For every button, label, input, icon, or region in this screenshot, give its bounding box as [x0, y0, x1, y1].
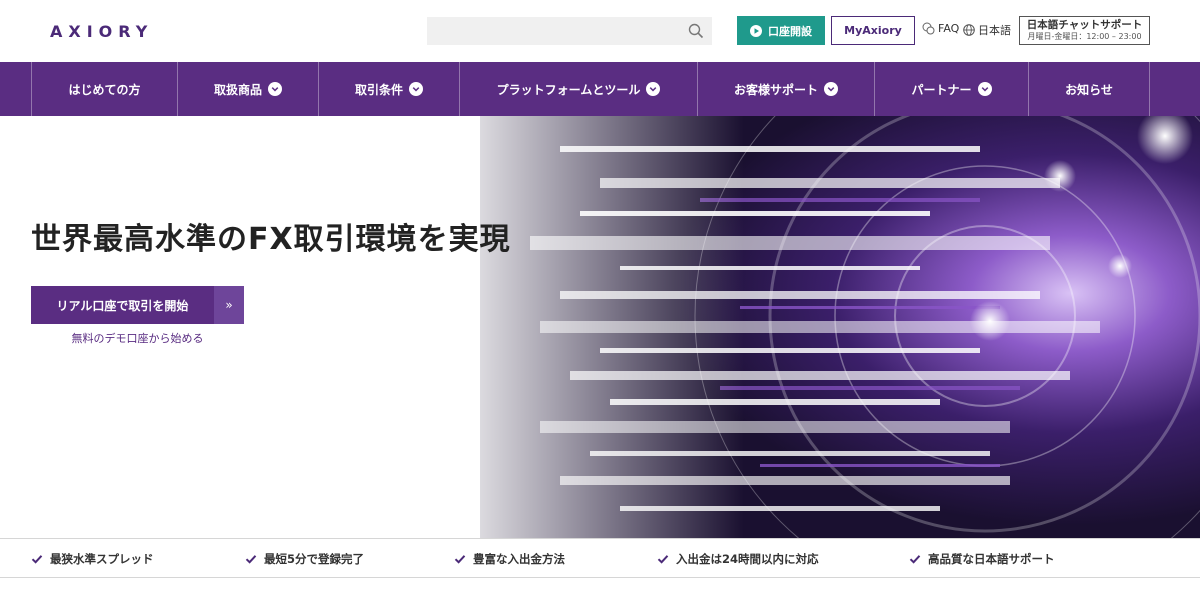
feature-label: 最狭水準スプレッド — [50, 552, 154, 566]
nav-item-label: パートナー — [911, 82, 972, 97]
nav-item-label: はじめての方 — [68, 82, 141, 97]
hero-headline: 世界最高水準のFX取引環境を実現 — [31, 222, 511, 257]
chevron-down-icon — [824, 82, 838, 96]
chevron-down-icon — [646, 82, 661, 96]
language-label: 日本語 — [978, 24, 1011, 37]
check-icon — [31, 555, 43, 564]
nav-item-label: お客様サポート — [733, 82, 818, 97]
nav-item-customer-support[interactable]: お客様サポート — [697, 62, 874, 116]
search-input[interactable] — [427, 17, 677, 45]
nav-item-beginners[interactable]: はじめての方 — [31, 62, 177, 116]
feature-label: 豊富な入出金方法 — [473, 552, 565, 566]
myaxiory-button[interactable]: MyAxiory — [831, 16, 915, 45]
feature-label: 入出金は24時間以内に対応 — [676, 552, 819, 566]
features-bar: 最狭水準スプレッド 最短5分で登録完了 豊富な入出金方法 入出金は24時間以内に… — [0, 538, 1200, 578]
globe-icon — [963, 24, 975, 36]
faq-link[interactable]: FAQ — [922, 22, 959, 35]
check-icon — [454, 555, 466, 564]
nav-item-label: プラットフォームとツール — [496, 82, 641, 97]
nav-item-platforms-tools[interactable]: プラットフォームとツール — [459, 62, 697, 116]
search-box — [427, 17, 712, 45]
chat-support-hours: 月曜日-金曜日：12:00 – 23:00 — [1027, 32, 1142, 41]
hero-banner: 世界最高水準のFX取引環境を実現 リアル口座で取引を開始 » 無料のデモ口座から… — [0, 116, 1200, 538]
check-icon — [909, 555, 921, 564]
feature-item: 入出金は24時間以内に対応 — [657, 539, 819, 579]
feature-label: 最短5分で登録完了 — [264, 552, 365, 566]
play-circle-icon — [750, 24, 762, 37]
chat-support-title: 日本語チャットサポート — [1026, 19, 1143, 31]
site-header: AXIORY 口座開設 MyAxiory FAQ 日本語 日本語チャットサポート — [0, 0, 1200, 62]
demo-account-link[interactable]: 無料のデモ口座から始める — [31, 330, 244, 346]
feature-item: 最短5分で登録完了 — [245, 539, 364, 579]
japanese-chat-support-button[interactable]: 日本語チャットサポート 月曜日-金曜日：12:00 – 23:00 — [1019, 16, 1150, 45]
nav-item-partners[interactable]: パートナー — [874, 62, 1028, 116]
faq-label: FAQ — [938, 22, 960, 35]
check-icon — [245, 555, 257, 564]
language-selector[interactable]: 日本語 — [963, 22, 1011, 38]
open-account-button[interactable]: 口座開設 — [737, 16, 825, 45]
axiory-logo[interactable]: AXIORY — [50, 22, 153, 41]
double-chevron-right-icon: » — [214, 286, 244, 324]
open-account-label: 口座開設 — [768, 24, 812, 38]
nav-item-label: 取扱商品 — [213, 82, 262, 97]
nav-item-products[interactable]: 取扱商品 — [177, 62, 318, 116]
hero-background-image — [0, 116, 1200, 538]
cta-label: リアル口座で取引を開始 — [56, 298, 189, 313]
search-icon[interactable] — [688, 23, 704, 39]
nav-item-news[interactable]: お知らせ — [1028, 62, 1150, 116]
feature-label: 高品質な日本語サポート — [928, 552, 1055, 566]
feature-item: 高品質な日本語サポート — [909, 539, 1055, 579]
chat-bubble-icon — [922, 22, 935, 35]
main-navigation: はじめての方 取扱商品 取引条件 プラットフォームとツール お客様サポート パー… — [0, 62, 1200, 116]
chevron-down-icon — [268, 82, 282, 96]
nav-item-label: お知らせ — [1065, 82, 1113, 97]
feature-item: 最狭水準スプレッド — [31, 539, 154, 579]
nav-item-label: 取引条件 — [354, 82, 403, 97]
start-real-account-button[interactable]: リアル口座で取引を開始 » — [31, 286, 244, 324]
feature-item: 豊富な入出金方法 — [454, 539, 565, 579]
nav-item-trading-conditions[interactable]: 取引条件 — [318, 62, 459, 116]
chevron-down-icon — [409, 82, 423, 96]
check-icon — [657, 555, 669, 564]
chevron-down-icon — [977, 82, 992, 96]
